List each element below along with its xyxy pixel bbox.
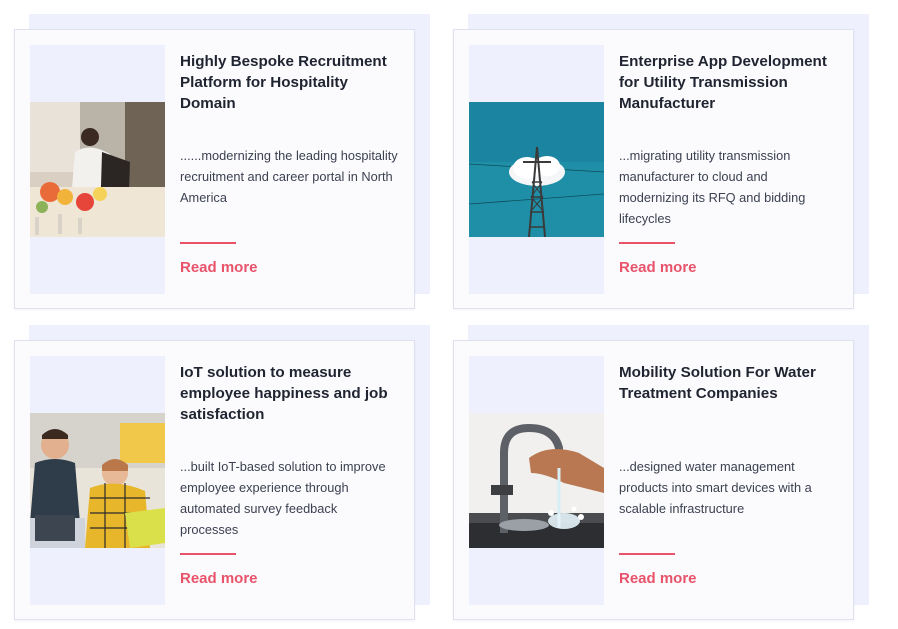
office-employees-image <box>30 413 165 548</box>
accent-divider <box>619 553 675 555</box>
card-body: Mobility Solution For Water Treatment Co… <box>453 340 854 620</box>
read-more-link[interactable]: Read more <box>619 259 697 276</box>
case-study-card-2: Enterprise App Development for Utility T… <box>453 14 869 311</box>
case-study-card-3: IoT solution to measure employee happine… <box>14 325 430 622</box>
card-title: Enterprise App Development for Utility T… <box>619 53 827 112</box>
card-description: ...migrating utility transmission manufa… <box>619 148 806 226</box>
image-panel <box>30 45 165 294</box>
card-description: ...built IoT-based solution to improve e… <box>180 459 386 537</box>
read-more-link[interactable]: Read more <box>180 259 258 276</box>
card-title: Highly Bespoke Recruitment Platform for … <box>180 53 387 112</box>
hospitality-image <box>30 102 165 237</box>
card-body: Enterprise App Development for Utility T… <box>453 29 854 309</box>
card-description: ......modernizing the leading hospitalit… <box>180 148 398 205</box>
image-panel <box>469 45 604 294</box>
read-more-link[interactable]: Read more <box>180 570 258 587</box>
image-panel <box>30 356 165 605</box>
case-studies-grid: Highly Bespoke Recruitment Platform for … <box>0 0 898 629</box>
case-study-card-1: Highly Bespoke Recruitment Platform for … <box>14 14 430 311</box>
read-more-link[interactable]: Read more <box>619 570 697 587</box>
water-faucet-image <box>469 413 604 548</box>
card-title: IoT solution to measure employee happine… <box>180 364 388 423</box>
image-panel <box>469 356 604 605</box>
transmission-tower-image <box>469 102 604 237</box>
case-study-card-4: Mobility Solution For Water Treatment Co… <box>453 325 869 622</box>
accent-divider <box>180 553 236 555</box>
card-body: IoT solution to measure employee happine… <box>14 340 415 620</box>
card-body: Highly Bespoke Recruitment Platform for … <box>14 29 415 309</box>
accent-divider <box>619 242 675 244</box>
card-title: Mobility Solution For Water Treatment Co… <box>619 364 816 402</box>
card-description: ...designed water management products in… <box>619 459 812 516</box>
accent-divider <box>180 242 236 244</box>
